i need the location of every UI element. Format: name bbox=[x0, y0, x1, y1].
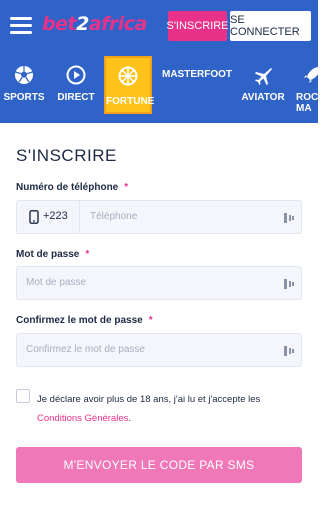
country-code-selector[interactable]: +223 bbox=[17, 201, 80, 233]
phone-placeholder: Téléphone bbox=[90, 211, 138, 222]
nav-item-rocket[interactable]: ROC MA bbox=[296, 53, 318, 123]
soccer-ball-icon bbox=[15, 66, 33, 84]
nav-item-aviator[interactable]: AVIATOR bbox=[240, 53, 286, 123]
autofill-key-icon[interactable] bbox=[283, 344, 295, 358]
login-button[interactable]: SE CONNECTER bbox=[230, 11, 311, 41]
phone-label: Numéro de téléphone * bbox=[16, 182, 129, 193]
send-sms-code-button[interactable]: M'ENVOYER LE CODE PAR SMS bbox=[16, 447, 302, 483]
autofill-key-icon[interactable] bbox=[283, 211, 295, 225]
logo[interactable]: bet2africa bbox=[42, 13, 147, 35]
password-field[interactable]: Mot de passe bbox=[16, 266, 302, 300]
wheel-icon bbox=[118, 66, 138, 86]
confirm-password-field[interactable]: Confirmez le mot de passe bbox=[16, 333, 302, 367]
nav-item-fortune[interactable]: FORTUNE bbox=[104, 56, 155, 114]
confirm-password-label: Confirmez le mot de passe * bbox=[16, 315, 153, 326]
nav-label: SPORTS bbox=[3, 92, 45, 103]
terms-checkbox[interactable] bbox=[16, 389, 30, 403]
country-code: +223 bbox=[43, 210, 68, 222]
category-nav: SPORTS DIRECT FORTUNE MASTERFOOT AVIATOR… bbox=[0, 53, 318, 123]
nav-label: ROC MA bbox=[296, 92, 318, 114]
confirm-password-placeholder: Confirmez le mot de passe bbox=[26, 344, 145, 355]
terms-text: Je déclare avoir plus de 18 ans, j'ai lu… bbox=[37, 394, 261, 424]
menu-icon[interactable] bbox=[10, 17, 32, 35]
page-title: S'INSCRIRE bbox=[16, 146, 117, 165]
nav-item-sports[interactable]: SPORTS bbox=[3, 53, 45, 123]
autofill-key-icon[interactable] bbox=[283, 277, 295, 291]
nav-item-direct[interactable]: DIRECT bbox=[56, 53, 96, 123]
password-label: Mot de passe * bbox=[16, 249, 90, 260]
plane-icon bbox=[255, 68, 272, 85]
signup-button[interactable]: S'INSCRIRE bbox=[167, 11, 229, 41]
nav-label: MASTERFOOT bbox=[162, 69, 232, 80]
nav-item-masterfoot[interactable]: MASTERFOOT bbox=[160, 53, 234, 123]
phone-field[interactable]: +223 Téléphone bbox=[16, 200, 302, 234]
play-icon bbox=[66, 65, 86, 85]
nav-label: DIRECT bbox=[57, 92, 95, 103]
nav-label: AVIATOR bbox=[241, 92, 285, 103]
terms-link[interactable]: Conditions Générales bbox=[37, 413, 128, 424]
top-header: bet2africa S'INSCRIRE SE CONNECTER bbox=[0, 0, 318, 53]
phone-icon bbox=[29, 210, 39, 224]
password-placeholder: Mot de passe bbox=[26, 277, 87, 288]
nav-label: FORTUNE bbox=[106, 96, 155, 107]
rocket-icon bbox=[304, 67, 318, 83]
